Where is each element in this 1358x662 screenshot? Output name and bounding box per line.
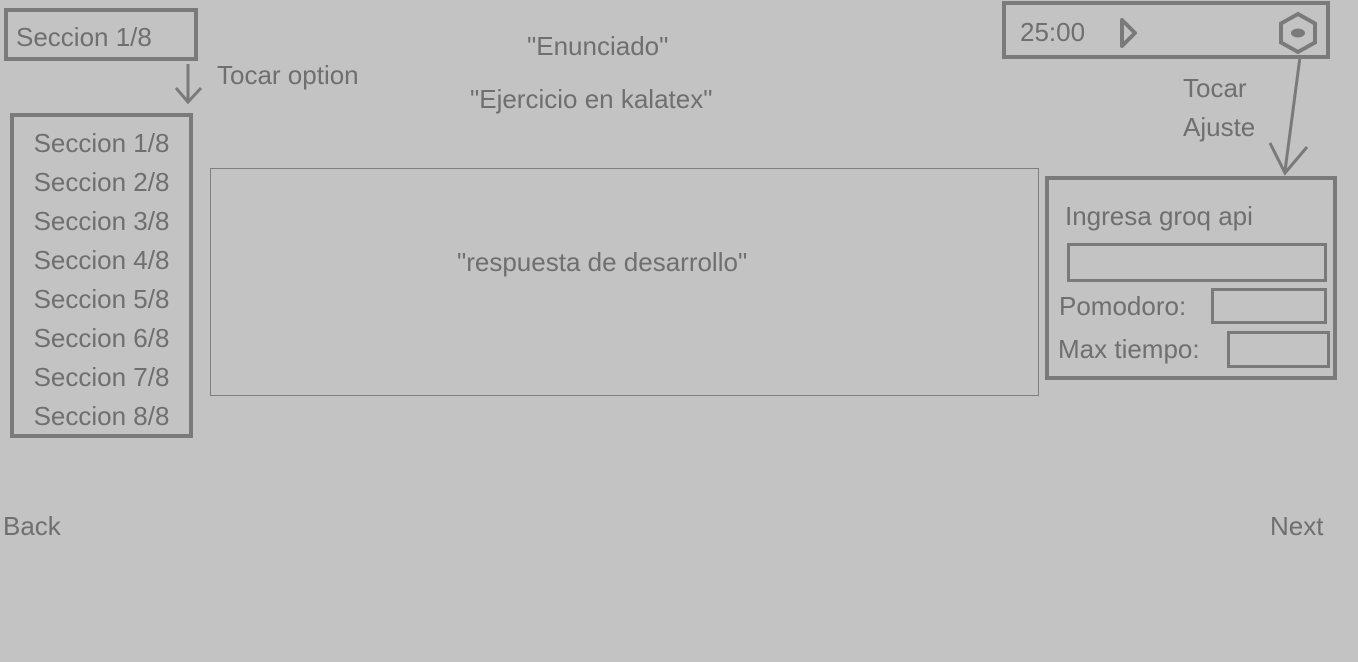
api-key-label: Ingresa groq api [1065, 201, 1253, 231]
pomodoro-input[interactable] [1211, 288, 1327, 324]
section-option-7[interactable]: Seccion 7/8 [14, 362, 189, 392]
answer-textarea[interactable]: "respuesta de desarrollo" [210, 168, 1039, 396]
section-option-5[interactable]: Seccion 5/8 [14, 284, 189, 314]
exercise-latex: "Ejercicio en kalatex" [470, 84, 713, 114]
section-hint: Tocar option [217, 60, 359, 90]
max-time-label: Max tiempo: [1058, 334, 1200, 364]
settings-hint-line1: Tocar [1183, 73, 1247, 103]
play-icon[interactable] [1118, 17, 1140, 49]
next-button[interactable]: Next [1270, 511, 1323, 541]
settings-hint-line2: Ajuste [1183, 112, 1256, 142]
section-list: Seccion 1/8 Seccion 2/8 Seccion 3/8 Secc… [10, 113, 193, 438]
pomodoro-label: Pomodoro: [1059, 291, 1187, 321]
arrow-down-icon [174, 64, 203, 105]
section-option-4[interactable]: Seccion 4/8 [14, 245, 189, 275]
gear-icon[interactable] [1276, 11, 1320, 55]
settings-panel: Ingresa groq api Pomodoro: Max tiempo: [1045, 176, 1337, 380]
exercise-statement: "Enunciado" [527, 31, 669, 61]
section-option-6[interactable]: Seccion 6/8 [14, 323, 189, 353]
back-button[interactable]: Back [3, 511, 61, 541]
section-selector-label: Seccion 1/8 [16, 22, 152, 52]
timer-display: 25:00 [1020, 17, 1086, 47]
answer-placeholder: "respuesta de desarrollo" [457, 247, 748, 277]
section-option-1[interactable]: Seccion 1/8 [14, 128, 189, 158]
max-time-input[interactable] [1227, 331, 1330, 368]
api-key-input[interactable] [1067, 243, 1327, 282]
section-selector[interactable]: Seccion 1/8 [4, 8, 198, 61]
section-option-3[interactable]: Seccion 3/8 [14, 206, 189, 236]
arrow-to-settings-icon [1268, 56, 1309, 176]
section-option-8[interactable]: Seccion 8/8 [14, 401, 189, 431]
section-option-2[interactable]: Seccion 2/8 [14, 167, 189, 197]
timer-bar: 25:00 [1002, 1, 1330, 59]
